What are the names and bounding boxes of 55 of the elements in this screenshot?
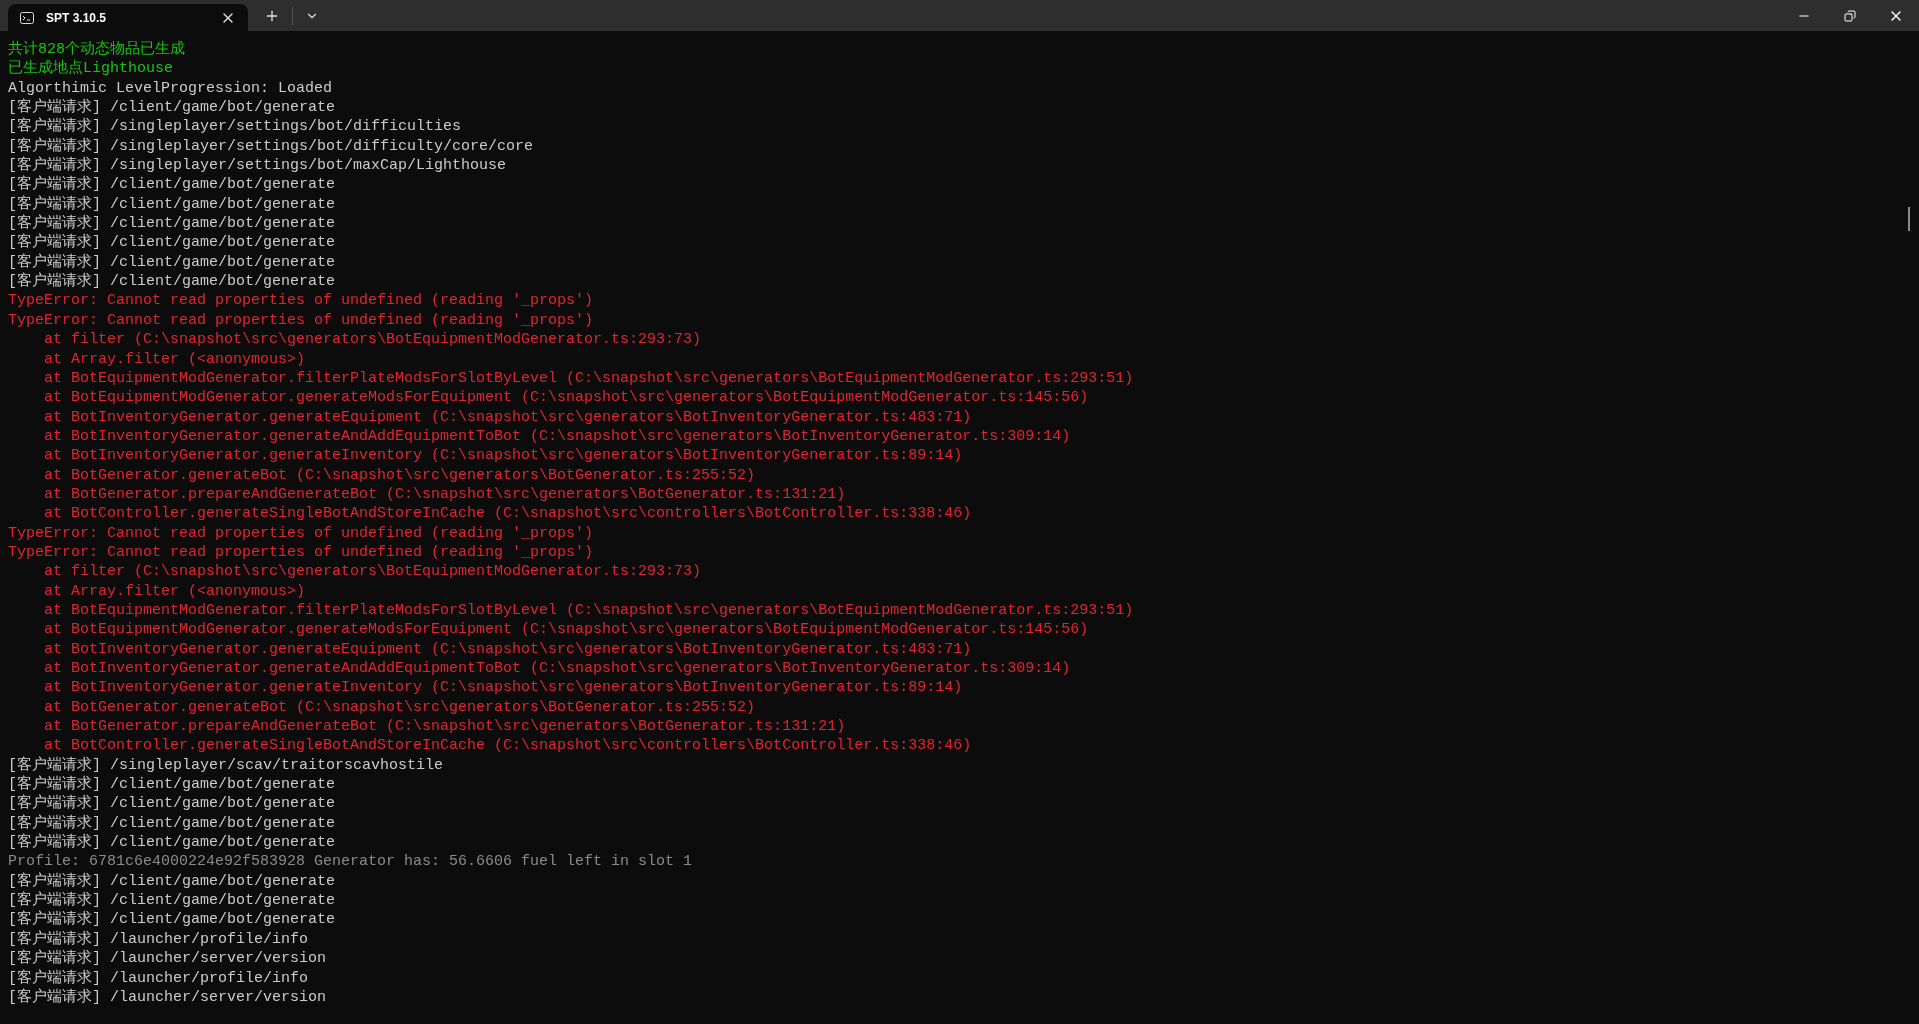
console-line: [客户端请求] /launcher/profile/info [8, 968, 309, 988]
console-line: at Array.filter (<anonymous>) [43, 581, 306, 601]
console-line: at Array.filter (<anonymous>) [43, 349, 306, 369]
console-line: at BotGenerator.prepareAndGenerateBot (C:\snapshot\src\generators\BotGenerator.ts:131:21) [43, 484, 846, 505]
tab-title: SPT 3.10.5 [46, 9, 108, 27]
console-line: at BotController.generateSingleBotAndStoreInCache (C:\snapshot\src\controllers\BotController.ts:338:46) [43, 736, 972, 756]
console-line: [客户端请求] /client/game/bot/generate [8, 871, 336, 891]
console-line: [客户端请求] /client/game/bot/generate [8, 891, 336, 910]
console-line: [客户端请求] /client/game/bot/generate [8, 910, 336, 930]
console-line: at filter (C:\snapshot\src\generators\BotEquipmentModGenerator.ts:293:73) [43, 330, 702, 350]
console-line: at BotEquipmentModGenerator.generateModsForEquipment (C:\snapshot\src\generators\BotEquipmentModGenerator.ts:145:56) [43, 388, 1089, 408]
console-line: [客户端请求] /singleplayer/settings/bot/difficulties [8, 117, 462, 137]
console-line: [客户端请求] /client/game/bot/generate [8, 214, 336, 233]
console-line: at BotGenerator.generateBot (C:\snapshot\src\generators\BotGenerator.ts:255:52) [43, 465, 756, 485]
console-line: [客户端请求] /client/game/bot/generate [8, 252, 336, 272]
console-line: at BotInventoryGenerator.generateEquipment (C:\snapshot\src\generators\BotInventoryGenerator.ts:483:71) [43, 407, 972, 427]
console-line: TypeError: Cannot read properties of undefined (reading '_props') [8, 310, 594, 331]
console-line: [客户端请求] /client/game/bot/generate [8, 775, 336, 794]
console-line: at BotGenerator.prepareAndGenerateBot (C:\snapshot\src\generators\BotGenerator.ts:131:21) [43, 717, 846, 737]
console-line: [客户端请求] /launcher/profile/info [8, 929, 309, 949]
console-line: at BotInventoryGenerator.generateAndAddEquipmentToBot (C:\snapshot\src\generators\BotInventoryGenerator.ts:309:14) [43, 659, 1071, 679]
console-line: at BotEquipmentModGenerator.filterPlateModsForSlotByLevel (C:\snapshot\src\generators\BotEquipmentModGenerator.ts:293:51) [43, 600, 1134, 621]
terminal-icon [20, 11, 34, 24]
console-line: [客户端请求] /client/game/bot/generate [8, 272, 336, 292]
console-line: at BotEquipmentModGenerator.filterPlateModsForSlotByLevel (C:\snapshot\src\generators\BotEquipmentModGenerator.ts:293:51) [43, 368, 1134, 389]
console-line: TypeError: Cannot read properties of undefined (reading '_props') [8, 523, 594, 543]
console-line: [客户端请求] /launcher/server/version [8, 949, 327, 969]
console-line: at BotEquipmentModGenerator.generateModsForEquipment (C:\snapshot\src\generators\BotEquipmentModGenerator.ts:145:56) [43, 620, 1089, 640]
console-line: 已生成地点Lighthouse [8, 59, 173, 79]
console-line: at BotGenerator.generateBot (C:\snapshot\src\generators\BotGenerator.ts:255:52) [43, 697, 756, 718]
console-line: [客户端请求] /singleplayer/scav/traitorscavhostile [8, 755, 444, 775]
console-line: at BotInventoryGenerator.generateInventory (C:\snapshot\src\generators\BotInventoryGenerator.ts:89:14) [43, 446, 963, 466]
restore-icon[interactable] [1844, 9, 1856, 22]
console-line: [客户端请求] /singleplayer/settings/bot/difficulty/core/core [8, 136, 534, 156]
console-line: at BotInventoryGenerator.generateAndAddEquipmentToBot (C:\snapshot\src\generators\BotInventoryGenerator.ts:309:14) [43, 426, 1071, 447]
console-line: Algorthimic LevelProgression: Loaded [8, 78, 333, 98]
console-line: [客户端请求] /singleplayer/settings/bot/maxCap/Lighthouse [8, 156, 507, 175]
console-line: [客户端请求] /client/game/bot/generate [8, 833, 336, 853]
console-line: [客户端请求] /launcher/server/version [8, 987, 327, 1008]
console-line: [客户端请求] /client/game/bot/generate [8, 98, 336, 117]
console-line: [客户端请求] /client/game/bot/generate [8, 194, 336, 214]
scrollbar-thumb[interactable] [1908, 207, 1910, 231]
terminal-tab[interactable]: SPT 3.10.5 [8, 4, 248, 31]
console-line: at filter (C:\snapshot\src\generators\BotEquipmentModGenerator.ts:293:73) [43, 562, 702, 582]
console-line: at BotController.generateSingleBotAndStoreInCache (C:\snapshot\src\controllers\BotController.ts:338:46) [43, 504, 972, 524]
console-line: TypeError: Cannot read properties of undefined (reading '_props') [8, 291, 594, 311]
console-line: [客户端请求] /client/game/bot/generate [8, 233, 336, 253]
console-line: Profile: 6781c6e4000224e92f583928 Generator has: 56.6606 fuel left in slot 1 [8, 852, 693, 872]
console-line: [客户端请求] /client/game/bot/generate [8, 175, 336, 195]
console-line: [客户端请求] /client/game/bot/generate [8, 794, 336, 814]
console-line: at BotInventoryGenerator.generateEquipment (C:\snapshot\src\generators\BotInventoryGenerator.ts:483:71) [43, 639, 972, 659]
console-line: 共计828个动态物品已生成 [8, 40, 185, 59]
console-line: TypeError: Cannot read properties of undefined (reading '_props') [8, 542, 594, 563]
console-line: [客户端请求] /client/game/bot/generate [8, 813, 336, 833]
console-line: at BotInventoryGenerator.generateInventory (C:\snapshot\src\generators\BotInventoryGenerator.ts:89:14) [43, 678, 963, 698]
